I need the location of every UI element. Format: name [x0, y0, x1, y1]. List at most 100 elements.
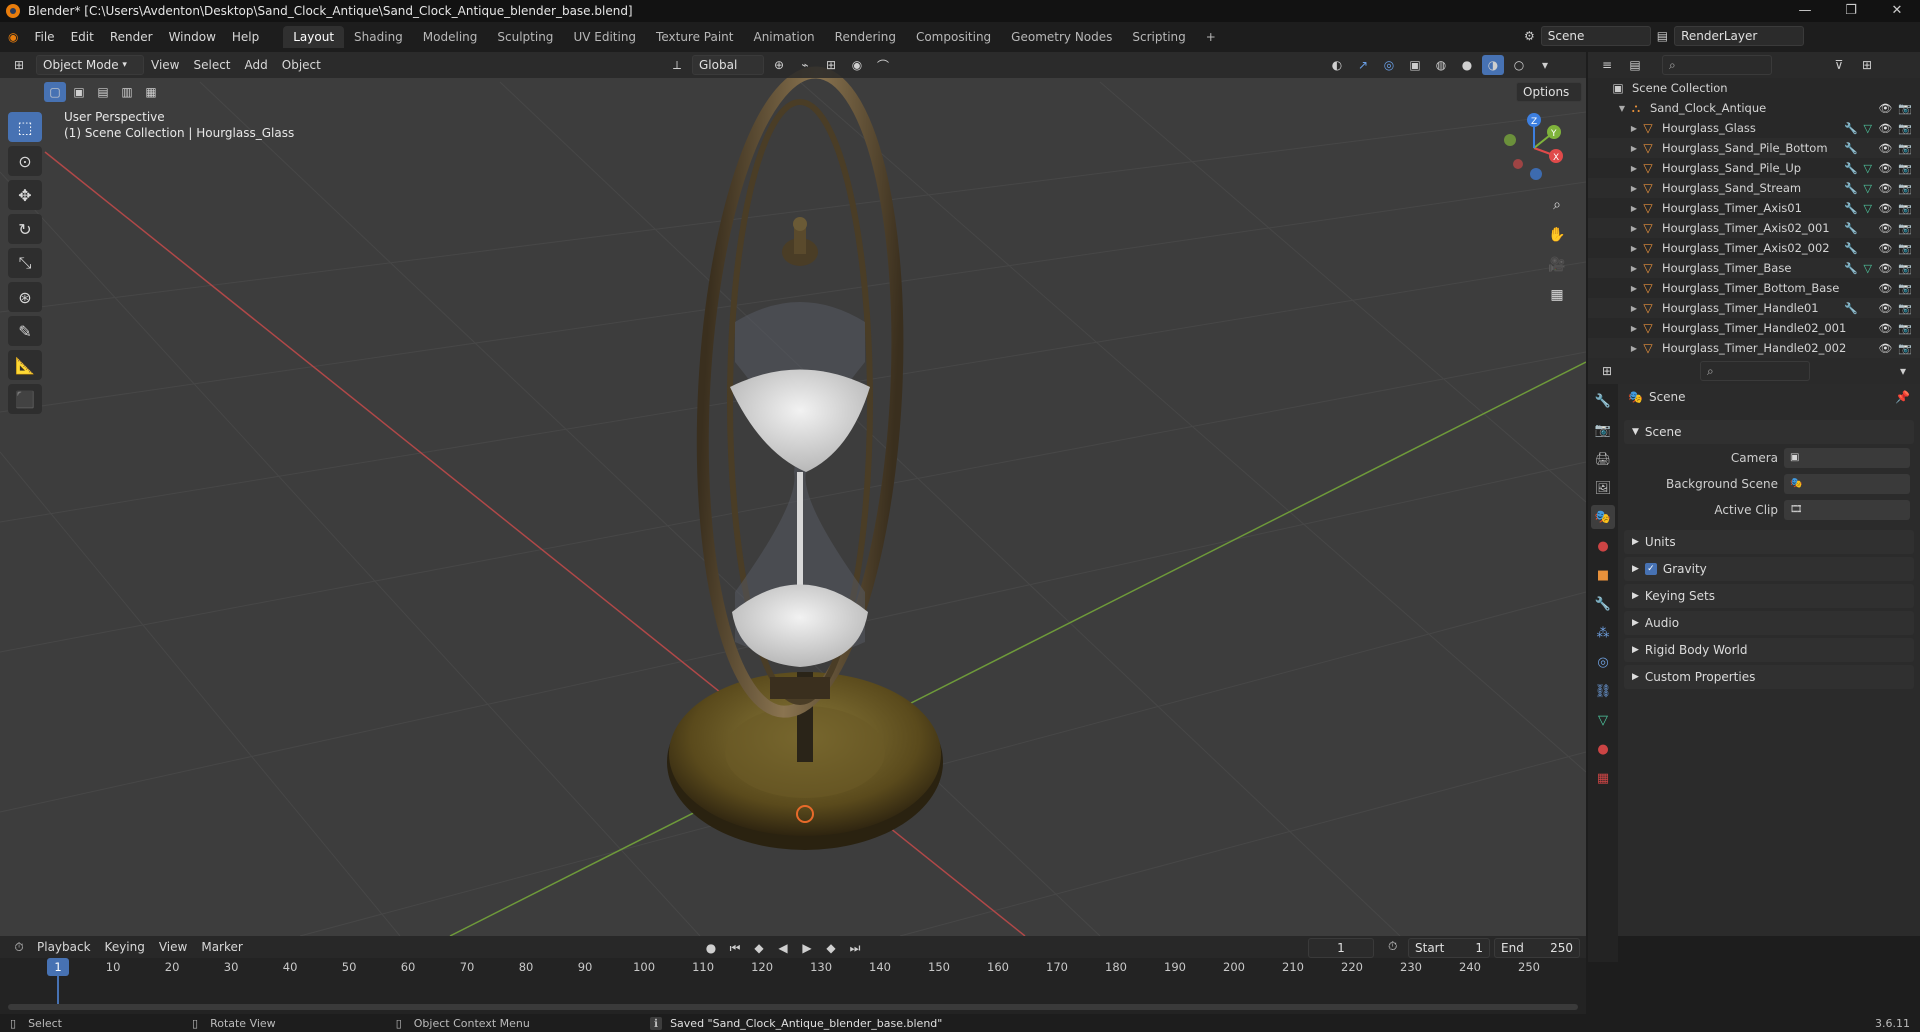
menu-timeline-view[interactable]: View: [152, 940, 194, 954]
outliner-object-row[interactable]: ▶ ▽ Hourglass_Timer_Axis02_001 🔧 👁 📷: [1588, 218, 1920, 238]
select-extend-icon[interactable]: ▣: [68, 82, 90, 102]
menu-window[interactable]: Window: [161, 30, 224, 44]
expand-icon[interactable]: ▶: [1628, 264, 1640, 273]
material-shading-icon[interactable]: ◑: [1482, 55, 1504, 75]
move-icon[interactable]: ✥: [8, 180, 42, 210]
select-box-icon[interactable]: ⬚: [8, 112, 42, 142]
camera-render-icon[interactable]: 📷: [1898, 122, 1912, 135]
tab-geometry-nodes[interactable]: Geometry Nodes: [1001, 26, 1122, 48]
menu-edit[interactable]: Edit: [63, 30, 102, 44]
prev-keyframe-icon[interactable]: ◆: [748, 938, 770, 958]
xray-icon[interactable]: ▣: [1404, 55, 1426, 75]
tab-texture-paint[interactable]: Texture Paint: [646, 26, 743, 48]
eye-icon[interactable]: 👁: [1878, 122, 1892, 135]
timeline-ruler[interactable]: 1 10 20 30 40 50 60 70 80 90 100 110 120 130 140 150 16…: [0, 958, 1586, 1014]
outliner-object-row[interactable]: ▶ ▽ Hourglass_Sand_Pile_Bottom 🔧 👁 📷: [1588, 138, 1920, 158]
eye-icon[interactable]: 👁: [1878, 342, 1892, 355]
jump-start-icon[interactable]: ⏮: [724, 938, 746, 958]
camera-render-icon[interactable]: 📷: [1898, 262, 1912, 275]
mesh-data-icon[interactable]: ▽: [1864, 122, 1872, 135]
menu-playback[interactable]: Playback: [30, 940, 98, 954]
view-layer-tab-icon[interactable]: 🖼: [1591, 476, 1615, 500]
outliner-object-row[interactable]: ▶ ▽ Hourglass_Sand_Pile_Up 🔧 ▽ 👁 📷: [1588, 158, 1920, 178]
data-tab-icon[interactable]: ▽: [1591, 708, 1615, 732]
camera-render-icon[interactable]: 📷: [1898, 162, 1912, 175]
scale-icon[interactable]: ⤡: [8, 248, 42, 278]
transform-orientation-dropdown[interactable]: Global: [692, 55, 764, 75]
modifier-tab-icon[interactable]: 🔧: [1591, 592, 1615, 616]
expand-icon[interactable]: ▼: [1616, 104, 1628, 113]
eye-icon[interactable]: 👁: [1878, 102, 1892, 115]
cursor-icon[interactable]: ⊙: [8, 146, 42, 176]
outliner-search-input[interactable]: ⌕: [1662, 55, 1772, 75]
menu-file[interactable]: File: [26, 30, 62, 44]
constraints-tab-icon[interactable]: ⛓: [1591, 679, 1615, 703]
play-reverse-icon[interactable]: ◀: [772, 938, 794, 958]
end-frame-field[interactable]: End 250: [1494, 938, 1580, 958]
expand-icon[interactable]: ▶: [1628, 244, 1640, 253]
camera-render-icon[interactable]: 📷: [1898, 102, 1912, 115]
expand-icon[interactable]: ▶: [1628, 344, 1640, 353]
camera-render-icon[interactable]: 📷: [1898, 202, 1912, 215]
snap-icon[interactable]: ⌁: [794, 55, 816, 75]
eye-icon[interactable]: 👁: [1878, 182, 1892, 195]
menu-render[interactable]: Render: [102, 30, 161, 44]
eye-icon[interactable]: 👁: [1878, 282, 1892, 295]
eye-icon[interactable]: 👁: [1878, 222, 1892, 235]
mesh-data-icon[interactable]: ▽: [1864, 202, 1872, 215]
minimize-button[interactable]: —: [1782, 0, 1828, 22]
eye-icon[interactable]: 👁: [1878, 302, 1892, 315]
play-icon[interactable]: ▶: [796, 938, 818, 958]
tool-tab-icon[interactable]: 🔧: [1591, 389, 1615, 413]
outliner-object-row[interactable]: ▶ ▽ Hourglass_Timer_Base 🔧 ▽ 👁 📷: [1588, 258, 1920, 278]
options-chevron-icon[interactable]: ▾: [1892, 361, 1914, 381]
overlay-toggle-icon[interactable]: ◎: [1378, 55, 1400, 75]
menu-keying[interactable]: Keying: [98, 940, 152, 954]
tab-compositing[interactable]: Compositing: [906, 26, 1001, 48]
panel-item[interactable]: ▶ Rigid Body World: [1624, 638, 1914, 662]
scene-collection-row[interactable]: ▣ Scene Collection: [1588, 78, 1920, 98]
object-tab-icon[interactable]: ■: [1591, 563, 1615, 587]
outliner-object-row[interactable]: ▶ ▽ Hourglass_Glass 🔧 ▽ 👁 📷: [1588, 118, 1920, 138]
eye-icon[interactable]: 👁: [1878, 202, 1892, 215]
modifier-wrench-icon[interactable]: 🔧: [1844, 302, 1858, 315]
record-icon[interactable]: ●: [700, 938, 722, 958]
zoom-icon[interactable]: ⌕: [1544, 192, 1570, 218]
filter-icon[interactable]: ⊽: [1828, 55, 1850, 75]
proportional-edit-icon[interactable]: ◉: [846, 55, 868, 75]
pan-hand-icon[interactable]: ✋: [1544, 222, 1570, 248]
expand-icon[interactable]: ▶: [1628, 124, 1640, 133]
texture-tab-icon[interactable]: ▦: [1591, 766, 1615, 790]
measure-icon[interactable]: 📐: [8, 350, 42, 380]
wireframe-shading-icon[interactable]: ◍: [1430, 55, 1452, 75]
camera-render-icon[interactable]: 📷: [1898, 322, 1912, 335]
transform-icon[interactable]: ⊛: [8, 282, 42, 312]
property-field[interactable]: 🎞: [1784, 500, 1910, 520]
select-invert-icon[interactable]: ▥: [116, 82, 138, 102]
current-frame-field[interactable]: 1: [1308, 938, 1374, 958]
modifier-wrench-icon[interactable]: 🔧: [1844, 182, 1858, 195]
add-cube-icon[interactable]: ⬛: [8, 384, 42, 414]
camera-render-icon[interactable]: 📷: [1898, 182, 1912, 195]
camera-render-icon[interactable]: 📷: [1898, 342, 1912, 355]
material-tab-icon[interactable]: ●: [1591, 737, 1615, 761]
tab-layout[interactable]: Layout: [283, 26, 345, 48]
maximize-button[interactable]: ❐: [1828, 0, 1874, 22]
next-keyframe-icon[interactable]: ◆: [820, 938, 842, 958]
world-tab-icon[interactable]: ●: [1591, 534, 1615, 558]
options-dropdown[interactable]: Options: [1516, 82, 1582, 102]
snap-target-icon[interactable]: ⊞: [820, 55, 842, 75]
shading-options-icon[interactable]: ▾: [1534, 55, 1556, 75]
camera-render-icon[interactable]: 📷: [1898, 282, 1912, 295]
menu-view[interactable]: View: [144, 58, 186, 72]
expand-icon[interactable]: ▶: [1628, 204, 1640, 213]
select-intersect-icon[interactable]: ▦: [140, 82, 162, 102]
eye-icon[interactable]: 👁: [1878, 162, 1892, 175]
expand-icon[interactable]: ▶: [1628, 324, 1640, 333]
expand-icon[interactable]: ▶: [1628, 304, 1640, 313]
outliner-object-row[interactable]: ▶ ▽ Hourglass_Sand_Stream 🔧 ▽ 👁 📷: [1588, 178, 1920, 198]
outliner-object-row[interactable]: ▶ ▽ Hourglass_Timer_Bottom_Base 👁 📷: [1588, 278, 1920, 298]
gravity-checkbox[interactable]: ✓: [1644, 563, 1657, 575]
panel-scene[interactable]: ▼ Scene: [1624, 420, 1914, 444]
current-frame-marker[interactable]: 1: [47, 958, 69, 976]
